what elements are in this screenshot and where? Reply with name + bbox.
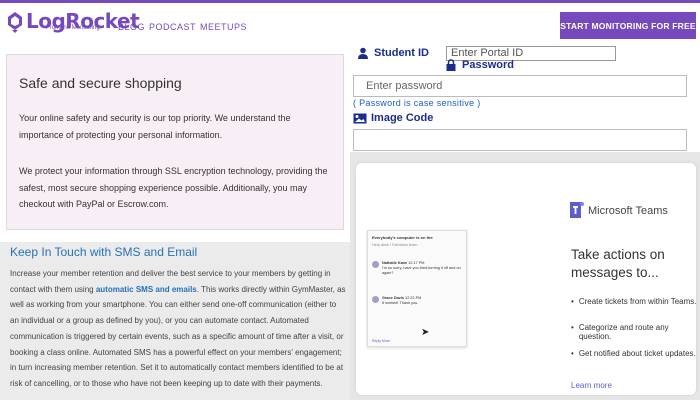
mouse-cursor-icon: ➤ (421, 327, 430, 338)
teams-brand: Microsoft Teams (588, 205, 668, 217)
safe-shopping-title: Safe and secure shopping (19, 75, 182, 91)
image-code-row: Image Code (353, 112, 433, 124)
sms-email-title: Keep In Touch with SMS and Email (10, 245, 198, 259)
chat-text: It worked! Thank you. (382, 301, 419, 305)
student-id-label: Student ID (374, 47, 429, 59)
learn-more-link[interactable]: Learn more (571, 381, 612, 390)
chat-message: Grace Davis 12:22 PM It worked! Thank yo… (372, 296, 421, 306)
safe-shopping-para-1: Your online safety and security is our t… (19, 113, 291, 140)
password-label: Password (462, 59, 514, 71)
password-note: ( Password is case sensitive ) (353, 98, 481, 108)
main-nav: BLOG PODCAST MEETUPS (118, 22, 247, 32)
safe-shopping-para-2: We protect your information through SSL … (19, 166, 328, 209)
chat-title: Everybody's computer is on fire (372, 235, 433, 240)
list-item: Categorize and route any question. (571, 323, 700, 349)
start-monitoring-button[interactable]: START MONITORING FOR FREE (560, 12, 696, 39)
list-item: Get notified about ticket updates. (571, 349, 700, 375)
image-code-label: Image Code (371, 112, 434, 124)
nav-podcast[interactable]: PODCAST (149, 22, 196, 32)
chat-sender: Nathalie Kane (382, 261, 408, 265)
password-input[interactable]: Enter password (353, 75, 687, 97)
lock-icon (446, 59, 456, 71)
image-icon (353, 113, 367, 123)
microsoft-teams-icon (570, 202, 584, 218)
avatar (372, 261, 379, 268)
chat-actions: Reply More (372, 339, 390, 343)
chat-time: 12:22 PM (405, 296, 422, 300)
top-header: LogRocket Frontend Monitoring BLOG PODCA… (0, 0, 700, 42)
image-code-input[interactable] (353, 129, 687, 151)
sms-email-body: Increase your member retention and deliv… (10, 266, 346, 392)
nav-blog[interactable]: BLOG (118, 22, 145, 32)
sms-email-section: Keep In Touch with SMS and Email Increas… (0, 242, 350, 400)
student-id-row: Student ID (356, 47, 429, 59)
automatic-sms-link[interactable]: automatic SMS and emails (96, 285, 197, 294)
list-item: Create tickets from within Teams. (571, 297, 700, 323)
avatar (372, 296, 379, 303)
logo-tagline: Frontend Monitoring (46, 25, 100, 31)
chat-sender: Grace Davis (382, 296, 404, 300)
teams-chat-screenshot: Everybody's computer is on fire Help des… (367, 230, 467, 347)
nav-meetups[interactable]: MEETUPS (200, 22, 247, 32)
safe-shopping-card: Safe and secure shopping Your online saf… (6, 54, 344, 230)
chat-message: Nathalie Kane 12:17 PM I'm so sorry, hav… (372, 261, 466, 276)
rocket-logo-icon (8, 12, 22, 33)
chat-time: 12:17 PM (408, 261, 425, 265)
teams-feature-list: Create tickets from within Teams. Catego… (571, 297, 700, 375)
chat-text: I'm so sorry, have you tried turning it … (382, 266, 461, 275)
sms-body-text-2: . This works directly within GymMaster, … (10, 284, 346, 388)
user-icon (358, 47, 368, 59)
password-row: Password (444, 59, 514, 71)
chat-subtitle: Help desk / Fabrikam team (372, 243, 418, 247)
teams-heading: Take actions on messages to... (571, 247, 665, 280)
